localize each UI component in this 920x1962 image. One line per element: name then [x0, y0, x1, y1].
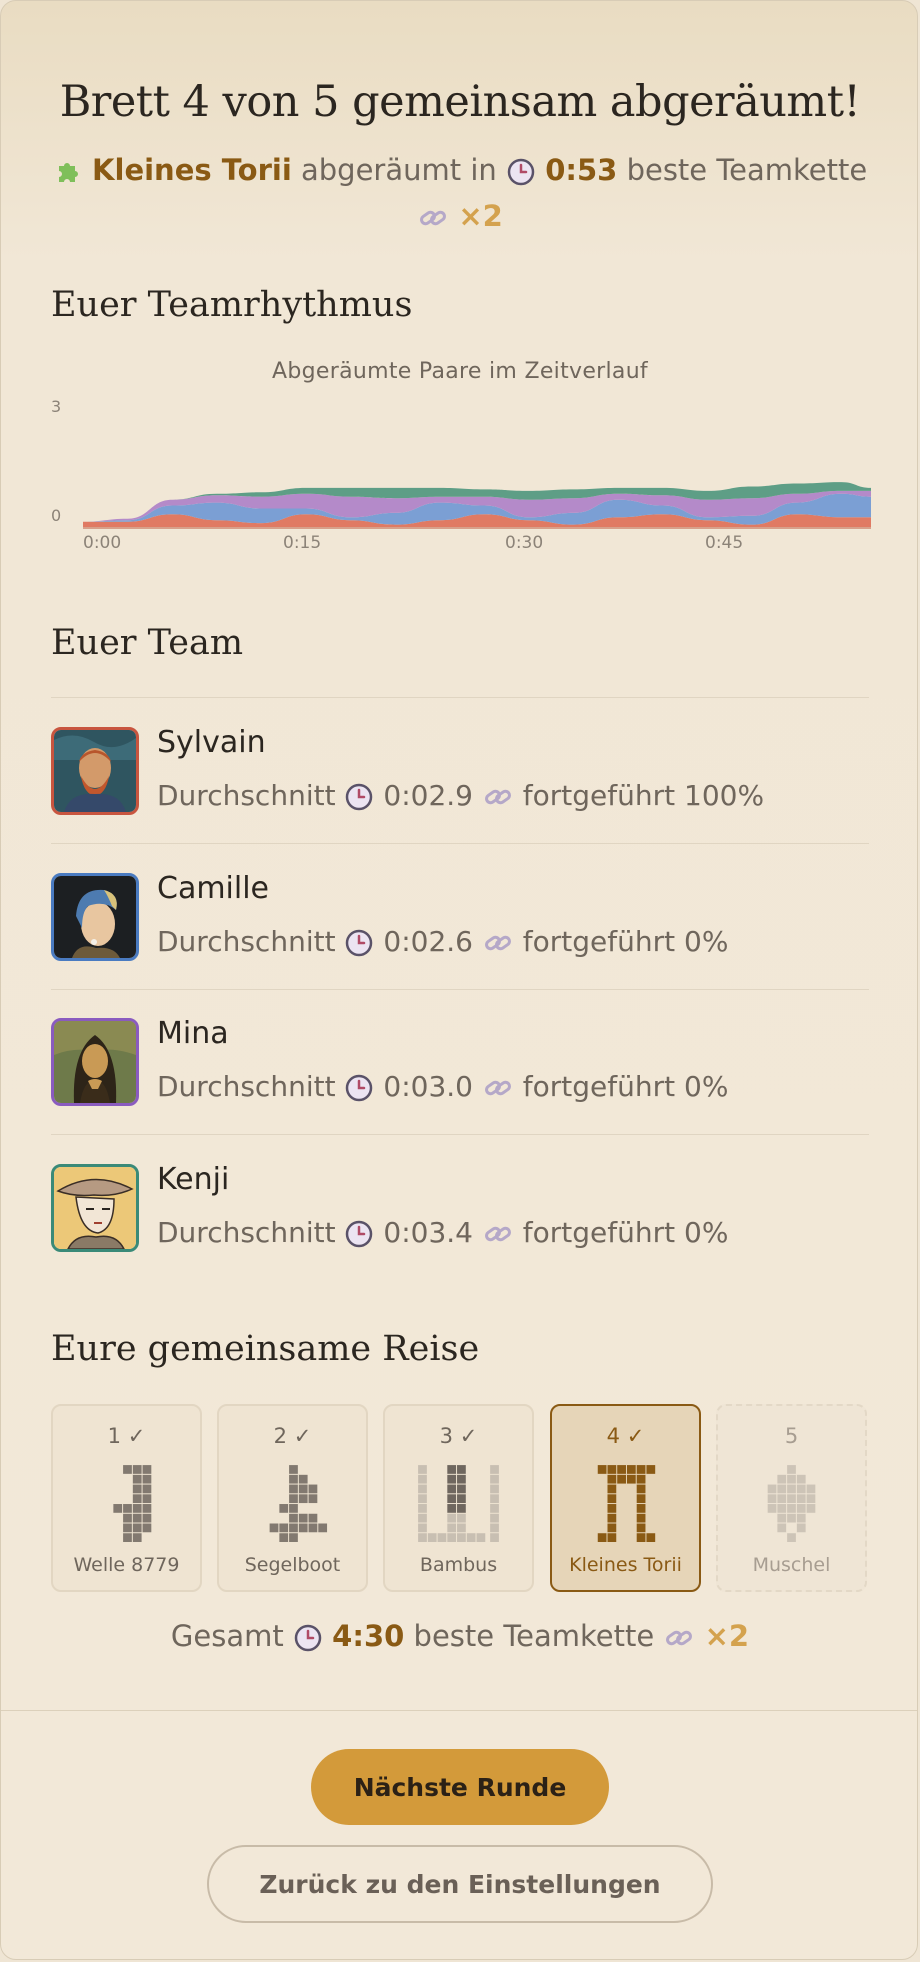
continued-value: 100%	[684, 779, 765, 812]
avg-value: 0:03.0	[383, 1070, 473, 1103]
board-thumbnail	[767, 1465, 816, 1542]
member-name: Mina	[157, 1016, 229, 1051]
best-chain: ×2	[1, 199, 917, 233]
clock-icon	[507, 158, 535, 186]
continued-value: 0%	[684, 925, 729, 958]
link-icon	[420, 210, 447, 226]
clock-icon	[346, 1220, 373, 1248]
board-number: 2 ✓	[273, 1424, 312, 1448]
next-round-button[interactable]: Nächste Runde	[311, 1749, 609, 1825]
total-best-chain: ×2	[704, 1619, 750, 1653]
board-number: 5	[784, 1424, 799, 1448]
avg-value: 0:03.4	[383, 1216, 473, 1249]
y-tick-0: 0	[51, 506, 62, 525]
divider	[1, 1710, 917, 1711]
member-stats: Durchschnitt 0:03.0 fortgeführt 0%	[157, 1070, 728, 1103]
board-tile-1[interactable]: 1 ✓ Welle 8779	[51, 1404, 202, 1592]
back-to-settings-button[interactable]: Zurück zu den Einstellungen	[207, 1845, 713, 1923]
avatar	[51, 727, 139, 815]
board-name: Segelboot	[244, 1554, 341, 1576]
avg-value: 0:02.9	[383, 779, 473, 812]
continued-label: fortgeführt	[522, 925, 676, 958]
puzzle-icon	[58, 163, 78, 182]
board-number: 4 ✓	[606, 1424, 645, 1448]
y-tick-3: 3	[51, 397, 62, 416]
total-time: 4:30	[332, 1619, 405, 1653]
board-name: Bambus	[419, 1554, 498, 1576]
link-icon	[484, 1226, 511, 1242]
link-icon	[484, 935, 511, 951]
clock-icon	[294, 1624, 322, 1652]
rhythm-chart	[83, 482, 871, 529]
member-stats: Durchschnitt 0:02.6 fortgeführt 0%	[157, 925, 728, 958]
chart-title: Abgeräumte Paare im Zeitverlauf	[272, 359, 648, 384]
board-thumbnail	[113, 1465, 152, 1542]
board-tile-3[interactable]: 3 ✓ Bambus	[383, 1404, 534, 1592]
avg-label: Durchschnitt	[157, 1216, 336, 1249]
continued-label: fortgeführt	[522, 1070, 676, 1103]
team-member: Sylvain Durchschnitt 0:02.9 fortgeführt …	[51, 725, 869, 872]
board-tile-2[interactable]: 2 ✓ Segelboot	[217, 1404, 368, 1592]
total-label: Gesamt	[170, 1619, 284, 1653]
journey-total: Gesamt 4:30 beste Teamkette ×2	[1, 1619, 917, 1653]
board-time: 0:53	[545, 153, 618, 187]
board-thumbnail	[597, 1465, 656, 1542]
best-chain-value: ×2	[458, 199, 503, 233]
journey-heading: Eure gemeinsame Reise	[51, 1329, 480, 1369]
board-summary: Kleines Torii abgeräumt in 0:53 beste Te…	[1, 153, 917, 187]
clock-icon	[346, 1074, 373, 1102]
board-number: 1 ✓	[107, 1424, 146, 1448]
divider	[51, 843, 869, 844]
board-thumbnail	[269, 1465, 328, 1542]
avatar	[51, 1018, 139, 1106]
board-number: 3 ✓	[439, 1424, 478, 1448]
divider	[51, 989, 869, 990]
avg-label: Durchschnitt	[157, 1070, 336, 1103]
board-tile-4[interactable]: 4 ✓ Kleines Torii	[550, 1404, 701, 1592]
board-name: Kleines Torii	[569, 1554, 682, 1576]
member-name: Sylvain	[157, 725, 266, 760]
x-tick-0: 0:00	[83, 533, 122, 553]
divider	[51, 1134, 869, 1135]
clock-icon	[346, 929, 373, 957]
continued-value: 0%	[684, 1216, 729, 1249]
results-card: Brett 4 von 5 gemeinsam abgeräumt! Klein…	[0, 0, 918, 1960]
x-tick-15: 0:15	[283, 533, 322, 553]
board-name: Kleines Torii	[92, 153, 292, 187]
rhythm-heading: Euer Teamrhythmus	[51, 285, 413, 325]
clock-icon	[346, 783, 373, 811]
link-icon	[666, 1630, 693, 1646]
board-thumbnail	[418, 1465, 499, 1542]
member-name: Camille	[157, 871, 270, 906]
page-title: Brett 4 von 5 gemeinsam abgeräumt!	[59, 77, 861, 127]
avatar	[51, 873, 139, 961]
team-member: Mina Durchschnitt 0:03.0 fortgeführt 0%	[51, 1016, 869, 1163]
link-icon	[484, 789, 511, 805]
avg-label: Durchschnitt	[157, 779, 336, 812]
link-icon	[484, 1080, 511, 1096]
avatar	[51, 1164, 139, 1252]
avg-value: 0:02.6	[383, 925, 473, 958]
board-name: Muschel	[752, 1554, 831, 1576]
board-tile-5[interactable]: 5 Muschel	[716, 1404, 867, 1592]
best-chain-label: beste Teamkette	[626, 153, 868, 187]
continued-label: fortgeführt	[522, 1216, 676, 1249]
avg-label: Durchschnitt	[157, 925, 336, 958]
team-member: Camille Durchschnitt 0:02.6 fortgeführt …	[51, 871, 869, 1018]
continued-value: 0%	[684, 1070, 729, 1103]
team-heading: Euer Team	[51, 623, 244, 663]
best-chain-label: beste Teamkette	[413, 1619, 655, 1653]
board-name: Welle 8779	[73, 1554, 180, 1576]
team-member: Kenji Durchschnitt 0:03.4 fortgeführt 0%	[51, 1162, 869, 1309]
continued-label: fortgeführt	[522, 779, 676, 812]
x-tick-30: 0:30	[505, 533, 544, 553]
x-tick-45: 0:45	[705, 533, 744, 553]
member-stats: Durchschnitt 0:03.4 fortgeführt 0%	[157, 1216, 728, 1249]
divider	[51, 697, 869, 698]
member-stats: Durchschnitt 0:02.9 fortgeführt 100%	[157, 779, 764, 812]
member-name: Kenji	[157, 1162, 230, 1197]
cleared-in-label: abgeräumt in	[300, 153, 497, 187]
